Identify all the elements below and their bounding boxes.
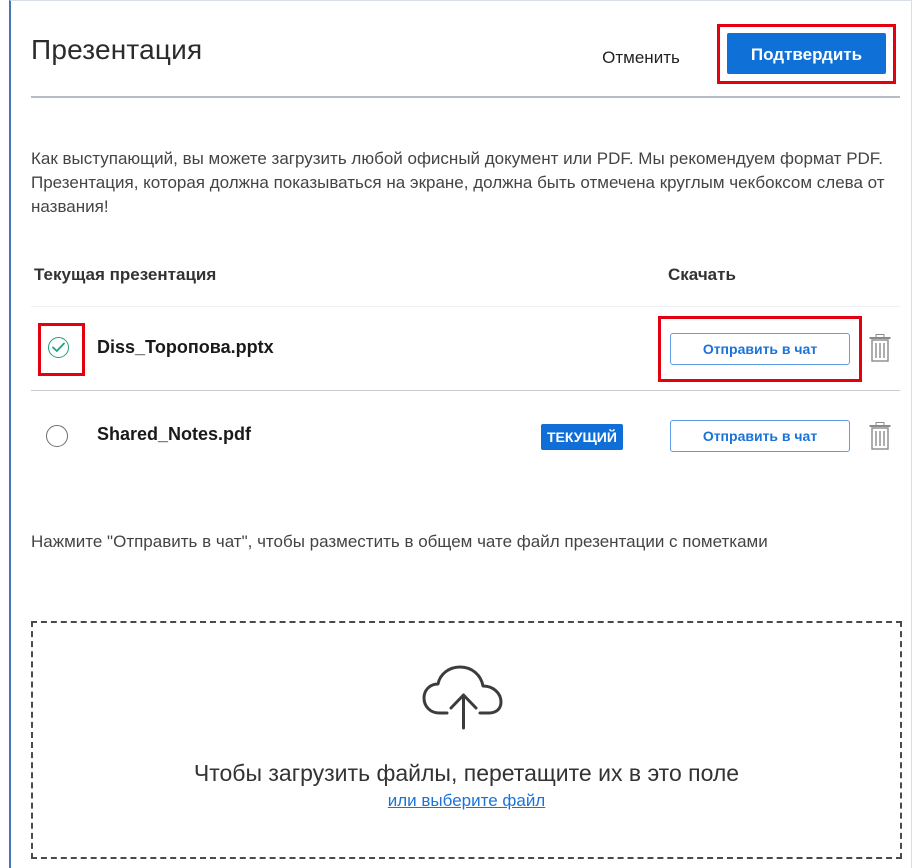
intro-text: Как выступающий, вы можете загрузить люб… xyxy=(31,149,885,216)
presentation-radio-checked[interactable] xyxy=(48,337,69,358)
row-divider xyxy=(31,306,900,307)
header-divider xyxy=(31,96,900,98)
current-badge: ТЕКУЩИЙ xyxy=(541,424,623,450)
trash-icon[interactable] xyxy=(869,422,891,450)
trash-icon[interactable] xyxy=(869,334,891,362)
send-to-chat-hint: Нажмите "Отправить в чат", чтобы размест… xyxy=(31,532,768,551)
column-header-download: Скачать xyxy=(668,265,736,284)
row-divider xyxy=(31,390,900,391)
dialog-title: Презентация xyxy=(31,34,203,65)
choose-file-link-row: или выберите файл xyxy=(31,791,902,811)
dropzone-text: Чтобы загрузить файлы, перетащите их в э… xyxy=(193,760,740,786)
file-name: Diss_Торопова.pptx xyxy=(97,337,274,357)
choose-file-link[interactable]: или выберите файл xyxy=(388,791,545,810)
file-dropzone[interactable] xyxy=(31,621,902,859)
cancel-button[interactable]: Отменить xyxy=(586,40,696,74)
file-name: Shared_Notes.pdf xyxy=(97,424,252,444)
presentation-radio[interactable] xyxy=(46,425,68,447)
check-icon xyxy=(52,342,65,352)
confirm-button[interactable]: Подтвердить xyxy=(727,33,886,74)
cloud-upload-icon xyxy=(422,664,508,735)
send-to-chat-button[interactable]: Отправить в чат xyxy=(670,333,850,365)
column-header-current: Текущая презентация xyxy=(34,265,217,284)
send-to-chat-button[interactable]: Отправить в чат xyxy=(670,420,850,452)
